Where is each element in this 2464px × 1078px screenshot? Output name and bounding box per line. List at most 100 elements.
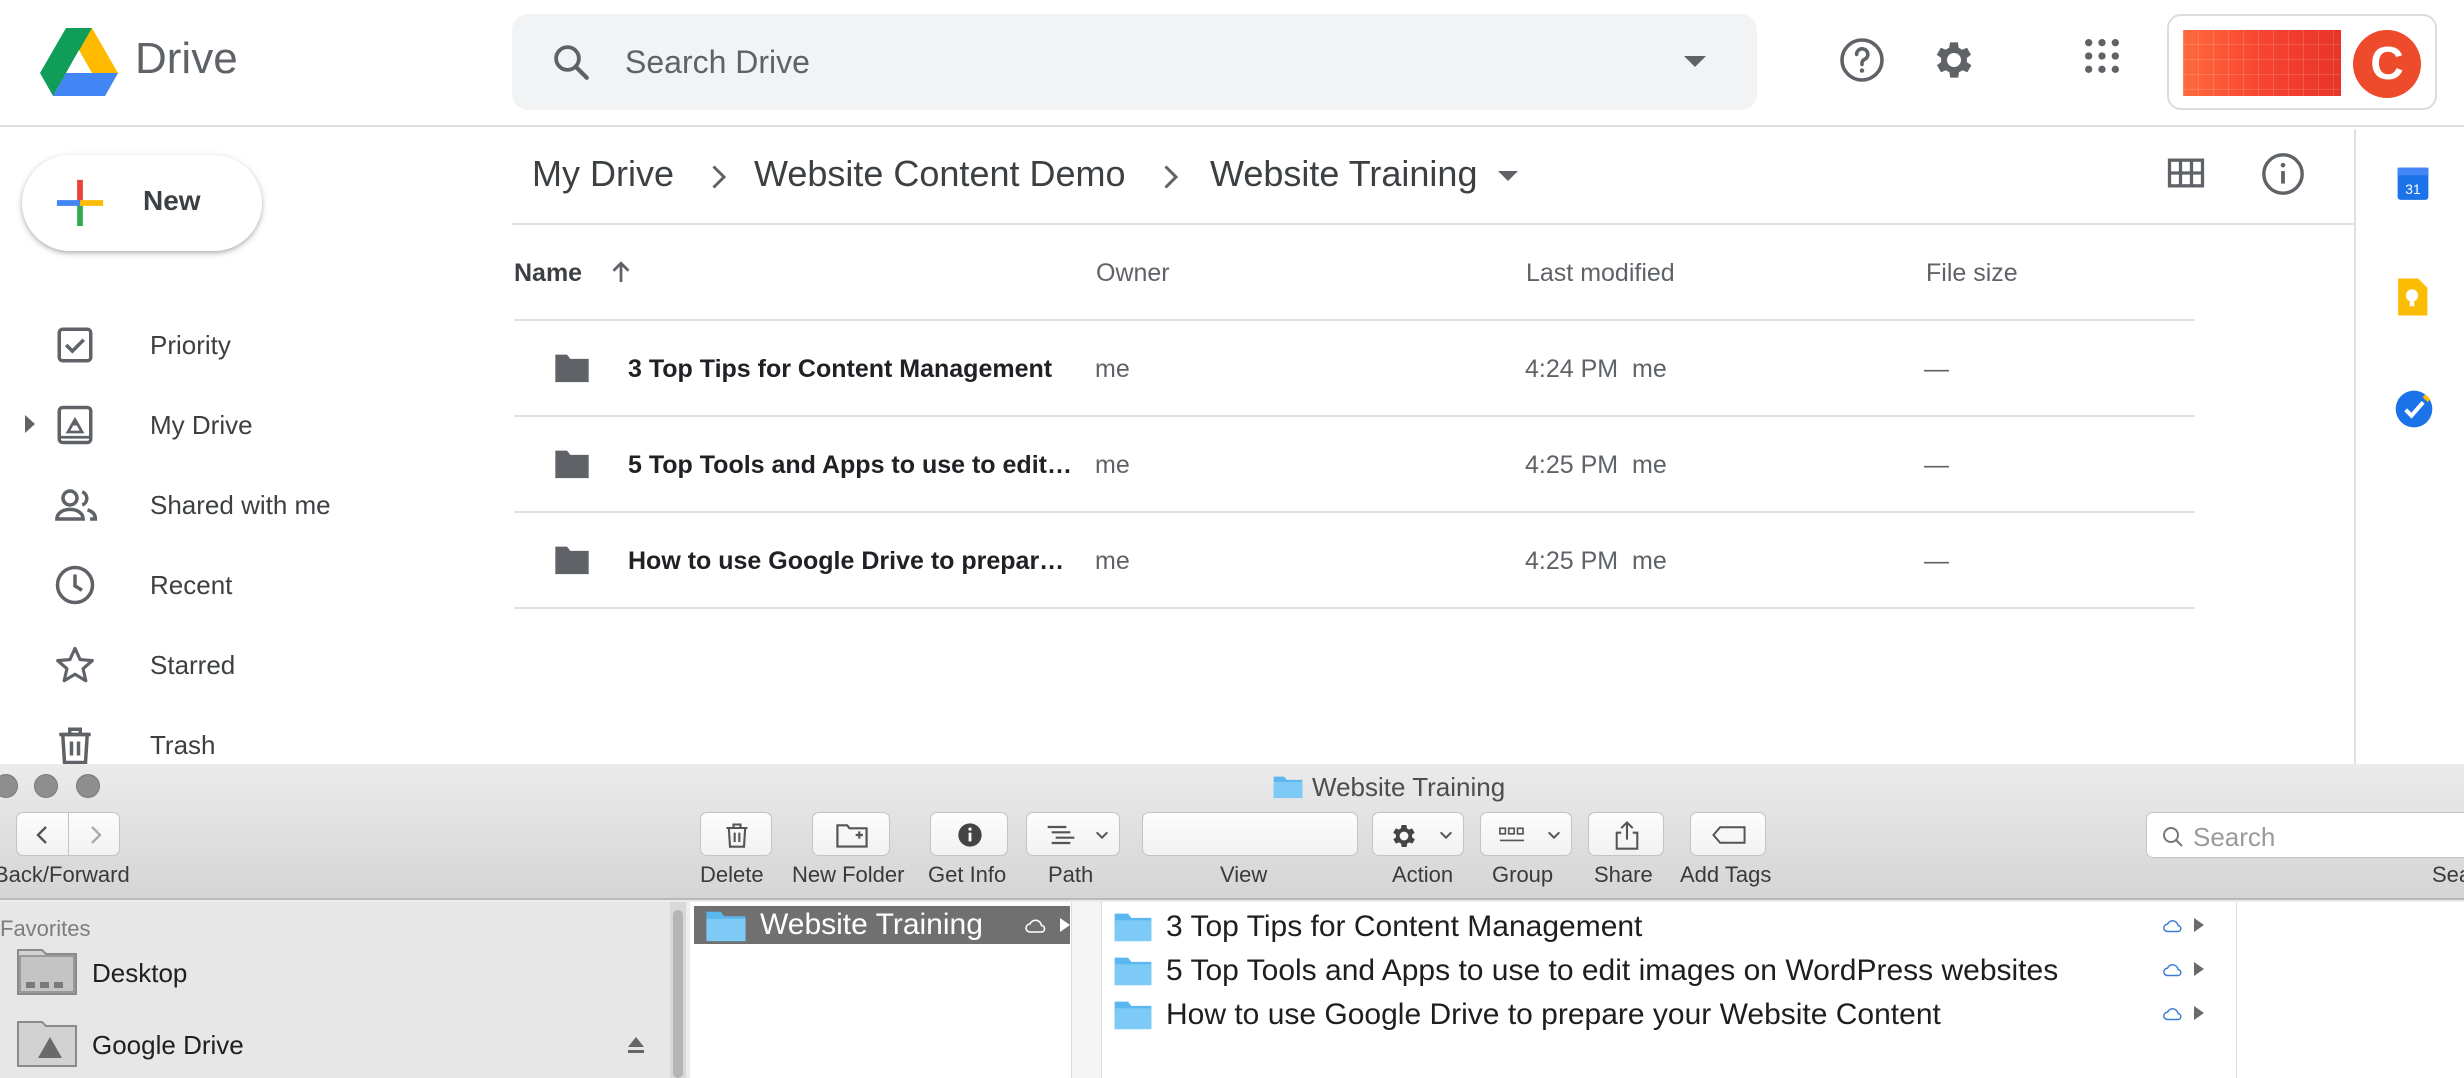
back-arrow-icon[interactable] bbox=[31, 823, 55, 847]
expand-arrow-icon[interactable] bbox=[25, 415, 35, 433]
minimize-window-button[interactable] bbox=[34, 774, 58, 798]
folder-name: How to use Google Drive to prepare your … bbox=[1166, 998, 1941, 1031]
favorites-heading: Favorites bbox=[0, 916, 91, 941]
selected-folder-row[interactable]: Website Training bbox=[694, 906, 1070, 944]
zoom-window-button[interactable] bbox=[76, 774, 100, 798]
sidebar-item-google-drive[interactable]: Google Drive bbox=[0, 1016, 680, 1076]
priority-icon bbox=[57, 327, 93, 363]
forward-arrow-icon[interactable] bbox=[83, 823, 107, 847]
grid-view-icon[interactable] bbox=[2164, 151, 2208, 195]
new-button[interactable]: New bbox=[22, 155, 262, 251]
finder-window: Website Training Back/Forward Delete New… bbox=[0, 764, 2464, 1078]
new-folder-label: New Folder bbox=[792, 862, 905, 887]
app-name: Drive bbox=[135, 34, 238, 83]
list-item[interactable]: 5 Top Tools and Apps to use to edit imag… bbox=[1102, 950, 2237, 994]
disclosure-arrow-icon bbox=[2194, 1006, 2204, 1020]
nav-item-starred[interactable]: Starred bbox=[0, 632, 500, 696]
view-mode-control[interactable] bbox=[1142, 812, 1358, 856]
path-label: Path bbox=[1048, 862, 1094, 887]
sidebar-item-label: Desktop bbox=[92, 958, 188, 988]
search-input[interactable]: Search Drive bbox=[625, 44, 810, 81]
get-info-button[interactable] bbox=[930, 812, 1008, 856]
folder-icon bbox=[1114, 913, 1152, 942]
file-size: — bbox=[1924, 547, 1949, 575]
column-header-last-modified[interactable]: Last modified bbox=[1526, 259, 1675, 288]
avatar[interactable]: C bbox=[2353, 30, 2421, 98]
path-button[interactable] bbox=[1026, 812, 1120, 856]
file-owner: me bbox=[1095, 355, 1130, 383]
column-header-file-size[interactable]: File size bbox=[1926, 259, 2018, 288]
path-list-icon bbox=[1047, 825, 1075, 845]
list-item[interactable]: How to use Google Drive to prepare your … bbox=[1102, 994, 2237, 1038]
column-divider[interactable] bbox=[1072, 902, 1102, 1078]
breadcrumb-current-folder[interactable]: Website Training bbox=[1210, 153, 1477, 195]
sort-ascending-icon[interactable] bbox=[606, 257, 636, 287]
info-icon bbox=[958, 823, 982, 847]
desktop-icon bbox=[17, 949, 77, 995]
group-label: Group bbox=[1492, 862, 1554, 887]
file-name: 5 Top Tools and Apps to use to edit… bbox=[628, 451, 1072, 479]
file-modified: 4:24 PM me bbox=[1525, 355, 1667, 383]
folder-menu-dropdown-icon[interactable] bbox=[1498, 171, 1518, 181]
breadcrumb-item-website-content-demo[interactable]: Website Content Demo bbox=[754, 153, 1126, 195]
table-row[interactable]: 3 Top Tips for Content Management me 4:2… bbox=[514, 321, 2195, 417]
add-tags-button[interactable] bbox=[1690, 812, 1766, 856]
back-forward-control[interactable] bbox=[16, 812, 120, 856]
trash-icon bbox=[726, 823, 748, 848]
cloud-icon bbox=[2163, 1008, 2182, 1021]
new-folder-button[interactable] bbox=[812, 812, 890, 856]
table-row[interactable]: How to use Google Drive to prepar… me 4:… bbox=[514, 513, 2195, 609]
eject-icon[interactable] bbox=[626, 1034, 646, 1056]
nav-item-priority[interactable]: Priority bbox=[0, 312, 500, 376]
column-header-name[interactable]: Name bbox=[514, 259, 582, 288]
chevron-down-icon bbox=[1439, 831, 1453, 840]
list-item[interactable]: 3 Top Tips for Content Management bbox=[1102, 906, 2237, 950]
delete-button[interactable] bbox=[700, 812, 772, 856]
share-button[interactable] bbox=[1588, 812, 1664, 856]
sidebar-scrollbar[interactable] bbox=[670, 902, 686, 1078]
finder-column-2: 3 Top Tips for Content Management 5 Top … bbox=[1102, 902, 2237, 1078]
nav-item-shared-with-me[interactable]: Shared with me bbox=[0, 472, 500, 536]
account-switcher[interactable]: C bbox=[2167, 14, 2437, 110]
finder-sidebar: Favorites Desktop Google Drive bbox=[0, 902, 680, 1078]
finder-titlebar: Website Training Back/Forward Delete New… bbox=[0, 764, 2464, 900]
chevron-right-icon bbox=[1164, 165, 1179, 189]
tasks-icon[interactable] bbox=[2394, 389, 2434, 429]
folder-icon bbox=[1114, 1001, 1152, 1030]
settings-gear-icon[interactable] bbox=[1930, 36, 1978, 84]
calendar-icon[interactable]: 31 bbox=[2394, 163, 2432, 203]
share-icon bbox=[1615, 820, 1639, 850]
table-row[interactable]: 5 Top Tools and Apps to use to edit… me … bbox=[514, 417, 2195, 513]
nav-item-label: Priority bbox=[150, 330, 231, 360]
new-button-label: New bbox=[143, 185, 201, 216]
column-header-owner[interactable]: Owner bbox=[1096, 259, 1170, 288]
action-button[interactable] bbox=[1372, 812, 1464, 856]
apps-grid-icon[interactable] bbox=[2082, 36, 2122, 76]
close-window-button[interactable] bbox=[0, 774, 18, 798]
file-name: 3 Top Tips for Content Management bbox=[628, 355, 1053, 383]
file-name: How to use Google Drive to prepar… bbox=[628, 547, 1065, 575]
finder-search-field[interactable]: Search bbox=[2146, 812, 2464, 858]
nav-item-label: Trash bbox=[150, 730, 216, 760]
sidebar-item-desktop[interactable]: Desktop bbox=[0, 944, 680, 1004]
nav-item-label: My Drive bbox=[150, 410, 253, 440]
search-icon[interactable] bbox=[550, 41, 592, 83]
cloud-icon bbox=[2163, 964, 2182, 977]
help-icon[interactable] bbox=[1838, 36, 1886, 84]
info-icon[interactable] bbox=[2260, 151, 2306, 197]
keep-icon[interactable] bbox=[2394, 277, 2430, 317]
group-button[interactable] bbox=[1480, 812, 1572, 856]
folder-name: 3 Top Tips for Content Management bbox=[1166, 910, 1643, 943]
search-icon bbox=[2163, 827, 2183, 847]
calendar-date: 31 bbox=[2405, 181, 2421, 197]
google-drive-logo[interactable] bbox=[40, 28, 118, 96]
breadcrumb-item-my-drive[interactable]: My Drive bbox=[532, 153, 674, 195]
cloud-icon bbox=[2163, 920, 2182, 933]
file-size: — bbox=[1924, 451, 1949, 479]
nav-item-my-drive[interactable]: My Drive bbox=[0, 392, 500, 456]
disclosure-arrow-icon bbox=[1060, 918, 1070, 932]
search-options-icon[interactable] bbox=[1684, 56, 1706, 67]
search-box[interactable]: Search Drive bbox=[512, 14, 1757, 110]
file-modified: 4:25 PM me bbox=[1525, 547, 1667, 575]
nav-item-recent[interactable]: Recent bbox=[0, 552, 500, 616]
